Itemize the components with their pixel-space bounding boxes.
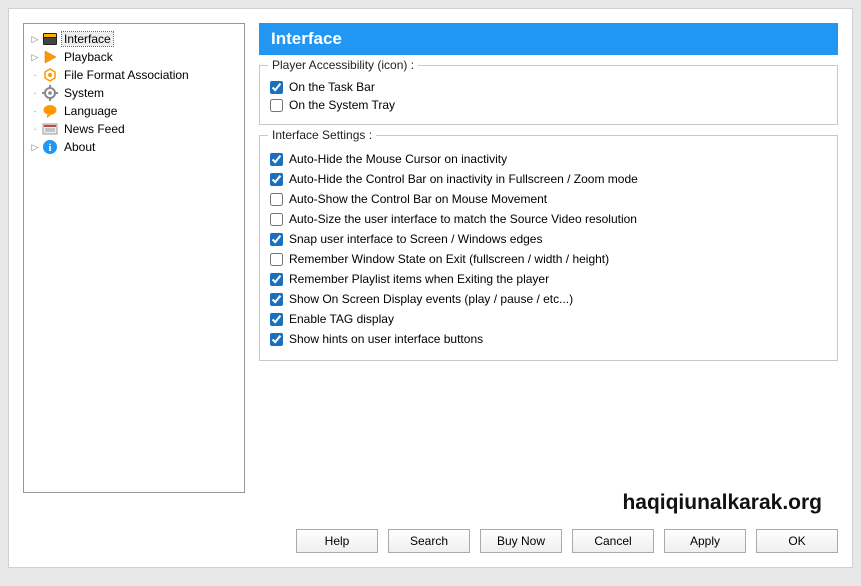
expander-icon[interactable] bbox=[30, 52, 40, 63]
tree-item-language[interactable]: Language bbox=[28, 102, 240, 120]
tree-item-label: Language bbox=[62, 104, 119, 118]
group-player-accessibility: Player Accessibility (icon) : On the Tas… bbox=[259, 65, 838, 125]
playback-icon bbox=[42, 49, 58, 65]
tree-item-playback[interactable]: Playback bbox=[28, 48, 240, 66]
category-tree[interactable]: Interface Playback File Format Associati… bbox=[23, 23, 245, 493]
checkbox-input[interactable] bbox=[270, 233, 283, 246]
checkbox-label: Remember Playlist items when Exiting the… bbox=[289, 272, 549, 286]
association-icon bbox=[42, 67, 58, 83]
checkbox-input[interactable] bbox=[270, 153, 283, 166]
checkbox-label: Snap user interface to Screen / Windows … bbox=[289, 232, 542, 246]
checkbox-input[interactable] bbox=[270, 81, 283, 94]
checkbox-remember-playlist[interactable]: Remember Playlist items when Exiting the… bbox=[270, 272, 827, 286]
checkbox-label: On the Task Bar bbox=[289, 80, 375, 94]
checkbox-snap-edges[interactable]: Snap user interface to Screen / Windows … bbox=[270, 232, 827, 246]
checkbox-input[interactable] bbox=[270, 213, 283, 226]
tree-item-label: Interface bbox=[62, 32, 113, 46]
expander-icon bbox=[30, 70, 40, 81]
apply-button[interactable]: Apply bbox=[664, 529, 746, 553]
content-row: Interface Playback File Format Associati… bbox=[23, 23, 838, 493]
tree-item-interface[interactable]: Interface bbox=[28, 30, 240, 48]
checkbox-systemtray[interactable]: On the System Tray bbox=[270, 98, 827, 112]
dialog-button-row: Help Search Buy Now Cancel Apply OK bbox=[23, 529, 838, 553]
checkbox-autohide-cursor[interactable]: Auto-Hide the Mouse Cursor on inactivity bbox=[270, 152, 827, 166]
tree-item-label: Playback bbox=[62, 50, 115, 64]
svg-text:i: i bbox=[48, 142, 51, 154]
checkbox-label: Auto-Hide the Control Bar on inactivity … bbox=[289, 172, 638, 186]
checkbox-input[interactable] bbox=[270, 193, 283, 206]
checkbox-autohide-controlbar[interactable]: Auto-Hide the Control Bar on inactivity … bbox=[270, 172, 827, 186]
watermark-text: haqiqiunalkarak.org bbox=[622, 491, 822, 515]
tree-item-label: About bbox=[62, 140, 97, 154]
expander-icon[interactable] bbox=[30, 34, 40, 45]
checkbox-input[interactable] bbox=[270, 99, 283, 112]
tree-item-label: System bbox=[62, 86, 106, 100]
main-panel: Interface Player Accessibility (icon) : … bbox=[259, 23, 838, 493]
expander-icon bbox=[30, 106, 40, 117]
checkbox-autosize[interactable]: Auto-Size the user interface to match th… bbox=[270, 212, 827, 226]
group-legend: Player Accessibility (icon) : bbox=[268, 58, 418, 72]
checkbox-label: Remember Window State on Exit (fullscree… bbox=[289, 252, 609, 266]
cancel-button[interactable]: Cancel bbox=[572, 529, 654, 553]
checkbox-remember-window[interactable]: Remember Window State on Exit (fullscree… bbox=[270, 252, 827, 266]
tree-item-news[interactable]: News Feed bbox=[28, 120, 240, 138]
tree-item-label: News Feed bbox=[62, 122, 127, 136]
expander-icon bbox=[30, 88, 40, 99]
checkbox-label: On the System Tray bbox=[289, 98, 395, 112]
search-button[interactable]: Search bbox=[388, 529, 470, 553]
language-icon bbox=[42, 103, 58, 119]
buynow-button[interactable]: Buy Now bbox=[480, 529, 562, 553]
help-button[interactable]: Help bbox=[296, 529, 378, 553]
group-interface-settings: Interface Settings : Auto-Hide the Mouse… bbox=[259, 135, 838, 361]
tree-item-system[interactable]: System bbox=[28, 84, 240, 102]
checkbox-autoshow-controlbar[interactable]: Auto-Show the Control Bar on Mouse Movem… bbox=[270, 192, 827, 206]
page-title: Interface bbox=[259, 23, 838, 55]
expander-icon[interactable] bbox=[30, 142, 40, 153]
checkbox-osd-events[interactable]: Show On Screen Display events (play / pa… bbox=[270, 292, 827, 306]
checkbox-input[interactable] bbox=[270, 333, 283, 346]
tree-item-label: File Format Association bbox=[62, 68, 191, 82]
checkbox-tag-display[interactable]: Enable TAG display bbox=[270, 312, 827, 326]
checkbox-input[interactable] bbox=[270, 313, 283, 326]
checkbox-label: Auto-Show the Control Bar on Mouse Movem… bbox=[289, 192, 547, 206]
checkbox-label: Auto-Hide the Mouse Cursor on inactivity bbox=[289, 152, 507, 166]
news-icon bbox=[42, 121, 58, 137]
checkbox-label: Show On Screen Display events (play / pa… bbox=[289, 292, 573, 306]
checkbox-hints[interactable]: Show hints on user interface buttons bbox=[270, 332, 827, 346]
checkbox-input[interactable] bbox=[270, 293, 283, 306]
checkbox-label: Enable TAG display bbox=[289, 312, 394, 326]
tree-item-about[interactable]: i About bbox=[28, 138, 240, 156]
info-icon: i bbox=[42, 139, 58, 155]
checkbox-label: Show hints on user interface buttons bbox=[289, 332, 483, 346]
expander-icon bbox=[30, 124, 40, 135]
dialog-frame: Interface Playback File Format Associati… bbox=[8, 8, 853, 568]
checkbox-input[interactable] bbox=[270, 253, 283, 266]
gear-icon bbox=[42, 85, 58, 101]
group-legend: Interface Settings : bbox=[268, 128, 376, 142]
tree-item-file-format[interactable]: File Format Association bbox=[28, 66, 240, 84]
ok-button[interactable]: OK bbox=[756, 529, 838, 553]
interface-icon bbox=[42, 31, 58, 47]
checkbox-label: Auto-Size the user interface to match th… bbox=[289, 212, 637, 226]
checkbox-input[interactable] bbox=[270, 273, 283, 286]
checkbox-taskbar[interactable]: On the Task Bar bbox=[270, 80, 827, 94]
checkbox-input[interactable] bbox=[270, 173, 283, 186]
